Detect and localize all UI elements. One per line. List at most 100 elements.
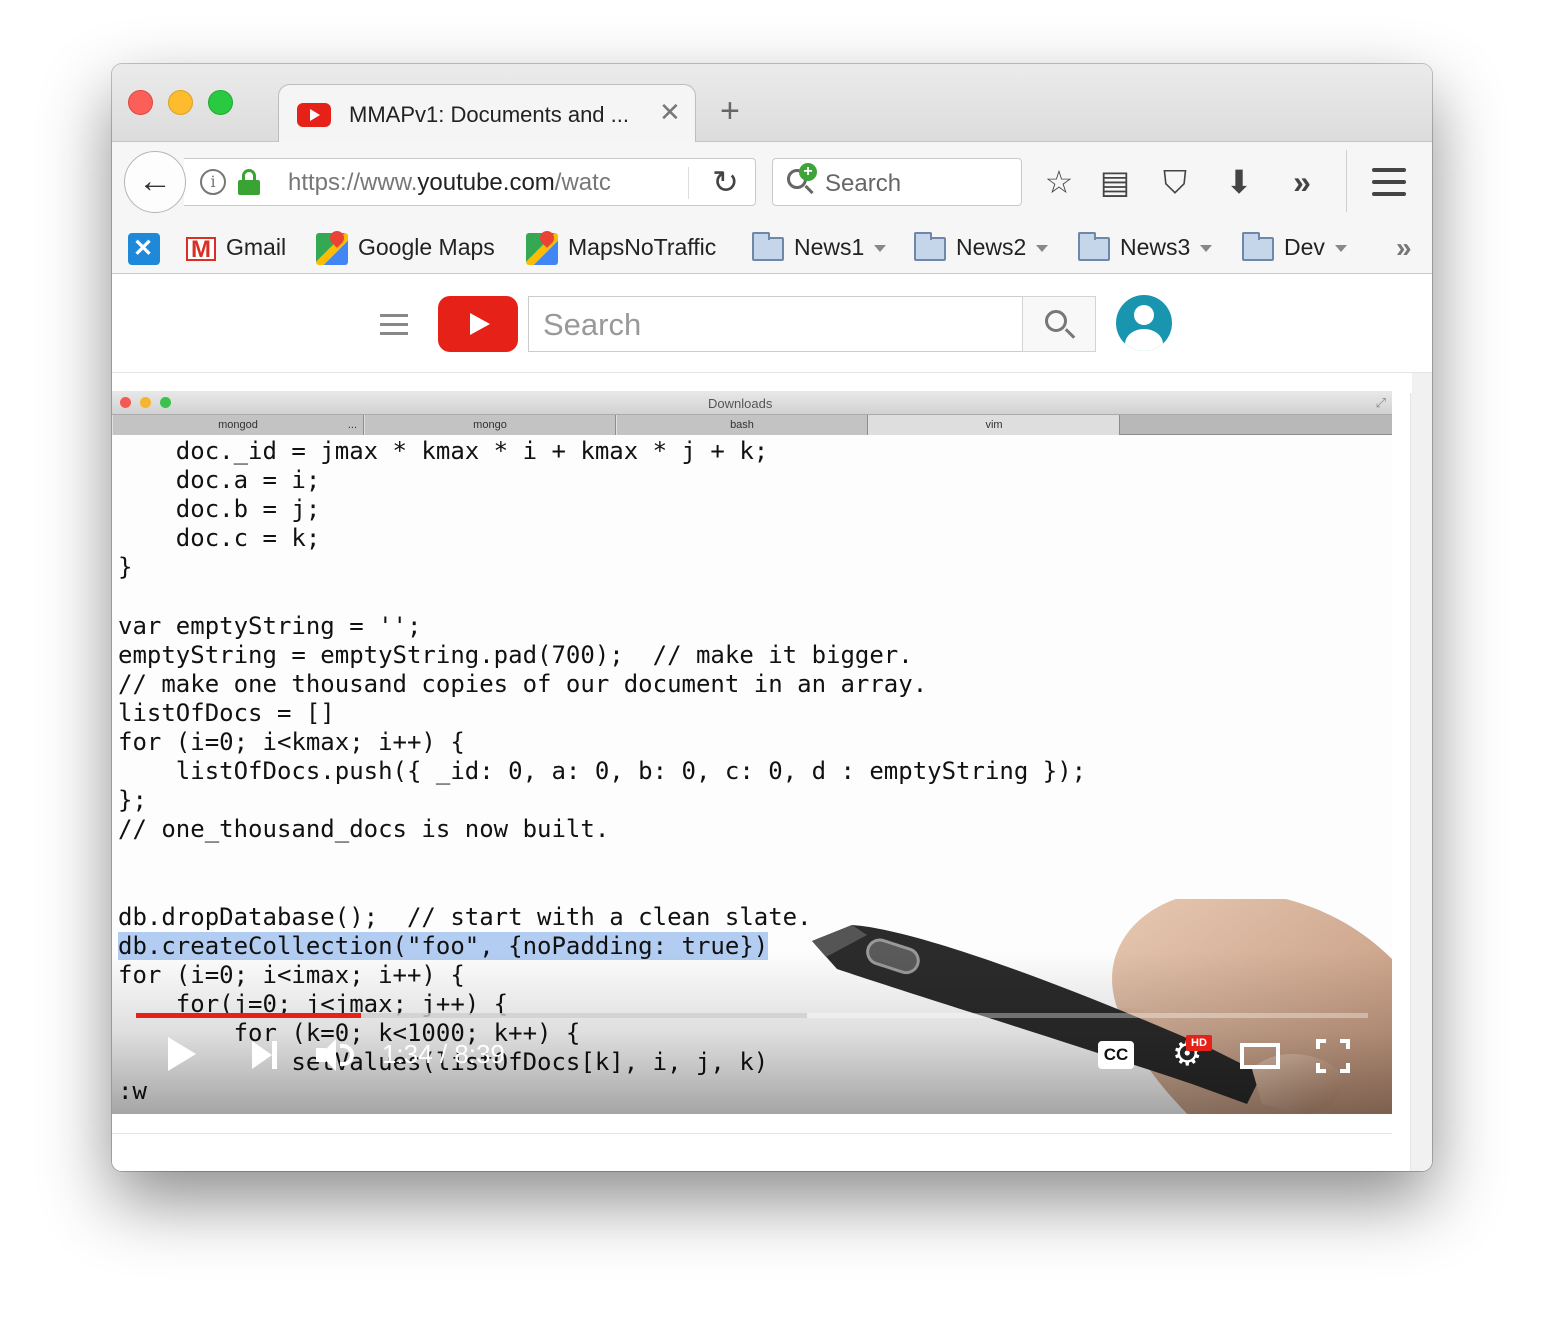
pocket-icon[interactable]: ⛉ xyxy=(1156,160,1194,204)
terminal-title: Downloads xyxy=(708,396,773,411)
url-text[interactable]: https://www.youtube.com/watc xyxy=(288,169,640,197)
navigation-toolbar: i https://www.youtube.com/watc ↻ ← + Sea… xyxy=(112,142,1432,220)
code-line: // make one thousand copies of our docum… xyxy=(118,669,928,698)
maps-icon xyxy=(316,232,348,265)
title-bar: MMAPv1: Documents and ... ✕ + xyxy=(112,64,1432,144)
code-line: } xyxy=(118,553,133,582)
xmarks-icon xyxy=(128,232,160,266)
url-divider xyxy=(688,167,689,199)
theater-mode-button[interactable] xyxy=(1240,1043,1280,1069)
url-bar[interactable]: i https://www.youtube.com/watc ↻ xyxy=(184,158,756,206)
bookmark-folder-news1[interactable]: News1 xyxy=(752,230,887,264)
folder-icon xyxy=(1078,231,1110,261)
terminal-minimize-icon xyxy=(140,397,151,408)
play-button[interactable] xyxy=(168,1037,196,1071)
terminal-titlebar: Downloads ⤢ xyxy=(112,391,1392,415)
chevron-down-icon xyxy=(1200,245,1213,253)
bookmark-label: News1 xyxy=(794,234,865,260)
terminal-tab-active: vim xyxy=(868,415,1120,435)
code-line: doc.c = k; xyxy=(118,524,321,553)
youtube-favicon-icon xyxy=(297,103,331,127)
search-placeholder: Search xyxy=(825,170,902,197)
fullscreen-button[interactable] xyxy=(1316,1039,1350,1073)
bookmark-label: Gmail xyxy=(226,234,287,260)
page-scrollbar[interactable] xyxy=(1410,393,1432,1171)
terminal-tab: mongod... xyxy=(112,415,364,435)
hd-badge: HD xyxy=(1186,1035,1212,1051)
avatar[interactable] xyxy=(1116,295,1172,351)
code-line: }; xyxy=(118,786,147,815)
captions-button[interactable]: CC xyxy=(1098,1041,1134,1069)
bookmarks-bar: Gmail Google Maps MapsNoTraffic News1 Ne… xyxy=(112,220,1432,274)
youtube-search-input[interactable]: Search xyxy=(528,296,1024,352)
bookmark-google-maps[interactable]: Google Maps xyxy=(316,230,495,265)
folder-icon xyxy=(752,231,784,261)
code-line: doc._id = jmax * kmax * i + kmax * j + k… xyxy=(118,437,769,465)
add-search-engine-icon: + xyxy=(799,163,817,181)
browser-search-input[interactable]: + Search xyxy=(772,158,1022,206)
hamburger-menu-icon[interactable] xyxy=(1372,168,1406,196)
bookmark-mapsnotraffic[interactable]: MapsNoTraffic xyxy=(526,230,717,265)
youtube-header: Search xyxy=(112,275,1432,373)
expand-icon: ⤢ xyxy=(1375,395,1386,410)
chevron-down-icon xyxy=(1334,245,1347,253)
progress-played xyxy=(136,1013,362,1018)
next-button[interactable] xyxy=(252,1041,278,1069)
zoom-window-button[interactable] xyxy=(208,90,233,115)
terminal-tabs: mongod... mongo bash vim xyxy=(112,415,1392,435)
reload-icon[interactable]: ↻ xyxy=(712,163,739,201)
controls-gradient xyxy=(112,951,1392,1114)
bookmark-label: Dev xyxy=(1284,234,1325,260)
bookmark-folder-news3[interactable]: News3 xyxy=(1078,230,1213,264)
terminal-zoom-icon xyxy=(160,397,171,408)
youtube-search-button[interactable] xyxy=(1022,296,1096,352)
bookmark-folder-dev[interactable]: Dev xyxy=(1242,230,1347,264)
video-player[interactable]: Downloads ⤢ mongod... mongo bash vim doc… xyxy=(112,391,1392,1114)
reading-list-icon[interactable]: ▤ xyxy=(1096,160,1134,204)
code-line: // one_thousand_docs is now built. xyxy=(118,815,610,844)
code-line: listOfDocs = [] xyxy=(118,698,335,727)
bookmark-star-icon[interactable]: ☆ xyxy=(1040,160,1078,204)
folder-icon xyxy=(914,231,946,261)
youtube-logo[interactable] xyxy=(438,296,518,352)
chevron-down-icon xyxy=(1036,245,1049,253)
terminal-tab: mongo xyxy=(364,415,616,435)
web-page: Search Downloads ⤢ mongod... mongo bash … xyxy=(112,275,1432,1171)
overflow-chevron-icon[interactable]: » xyxy=(1282,160,1322,204)
tab-title: MMAPv1: Documents and ... xyxy=(349,102,629,127)
tab-close-icon[interactable]: ✕ xyxy=(659,97,681,128)
browser-window: MMAPv1: Documents and ... ✕ + i https://… xyxy=(112,64,1432,1171)
terminal-close-icon xyxy=(120,397,131,408)
bookmark-folder-news2[interactable]: News2 xyxy=(914,230,1049,264)
maps-icon xyxy=(526,232,558,265)
code-line: emptyString = emptyString.pad(700); // m… xyxy=(118,640,913,669)
progress-bar[interactable] xyxy=(136,1013,1368,1018)
download-icon[interactable]: ⬇ xyxy=(1220,160,1258,204)
bookmark-xmarks[interactable] xyxy=(128,230,170,266)
toolbar-divider xyxy=(1346,150,1347,212)
site-info-icon[interactable]: i xyxy=(200,169,226,195)
tab-youtube[interactable]: MMAPv1: Documents and ... ✕ xyxy=(278,84,696,144)
terminal-tab: bash xyxy=(616,415,868,435)
lock-icon xyxy=(238,169,260,195)
time-display: 1:34 / 8:39 xyxy=(382,1039,505,1069)
bookmark-label: News3 xyxy=(1120,234,1191,260)
code-line: doc.b = j; xyxy=(118,495,321,524)
minimize-window-button[interactable] xyxy=(168,90,193,115)
back-button[interactable]: ← xyxy=(124,151,186,213)
close-window-button[interactable] xyxy=(128,90,153,115)
new-tab-button[interactable]: + xyxy=(720,94,740,128)
volume-icon[interactable] xyxy=(316,1039,356,1071)
code-line: listOfDocs.push({ _id: 0, a: 0, b: 0, c:… xyxy=(118,757,1087,786)
bookmark-gmail[interactable]: Gmail xyxy=(186,230,287,267)
youtube-search-placeholder: Search xyxy=(543,307,642,342)
bookmarks-overflow-icon[interactable]: » xyxy=(1396,232,1412,264)
chevron-down-icon xyxy=(874,245,887,253)
bookmark-label: News2 xyxy=(956,234,1027,260)
bookmark-label: MapsNoTraffic xyxy=(568,234,717,260)
code-line: for (i=0; i<kmax; i++) { xyxy=(118,727,465,756)
guide-menu-icon[interactable] xyxy=(380,314,408,336)
code-line: var emptyString = ''; xyxy=(118,611,422,640)
